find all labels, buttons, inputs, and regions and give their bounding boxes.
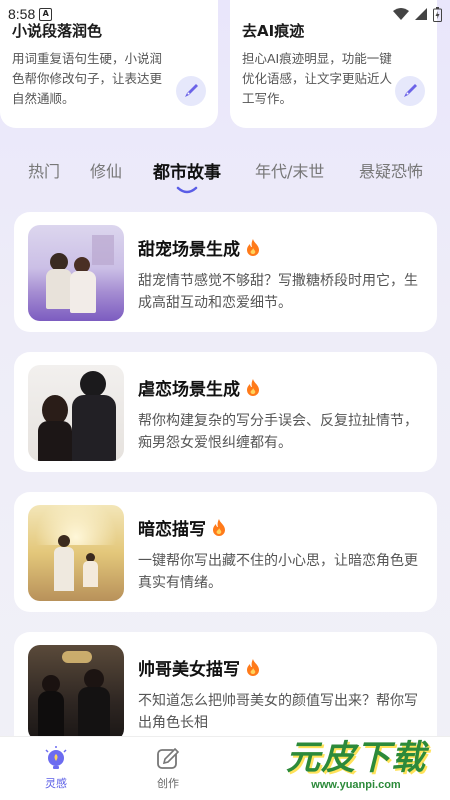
watermark-logo: 元皮下载 <box>286 737 426 778</box>
sweet-romance-title: 甜宠场景生成 <box>138 240 240 260</box>
notification-icon: A <box>39 7 53 21</box>
nav-inspiration[interactable]: 灵感 <box>0 737 112 800</box>
battery-icon <box>433 6 442 22</box>
fire-icon <box>213 519 225 536</box>
secret-crush-desc: 一键帮你写出藏不住的小心思，让暗恋角色更真实有情绪。 <box>138 553 418 591</box>
secret-crush-image <box>28 505 124 601</box>
nav-create[interactable]: 创作 <box>112 737 224 800</box>
sweet-romance-image <box>28 225 124 321</box>
tab-urban-label: 都市故事 <box>153 163 221 183</box>
handsome-beauty-title: 帅哥美女描写 <box>138 660 240 680</box>
angst-romance-image <box>28 365 124 461</box>
handsome-beauty-image <box>28 645 124 741</box>
nav-create-label: 创作 <box>157 777 179 790</box>
pen-icon <box>157 747 180 769</box>
angst-romance-title-row: 虐恋场景生成 <box>138 375 423 400</box>
remove-ai-card-desc: 担心AI痕迹明显，功能一键优化语感，让文字更贴近人工写作。 <box>242 51 393 106</box>
sweet-romance-title-row: 甜宠场景生成 <box>138 235 423 260</box>
polish-card-desc: 用词重复语句生硬，小说润色帮你修改句子，让表达更自然通顺。 <box>12 51 163 106</box>
card-secret-crush[interactable]: 暗恋描写 一键帮你写出藏不住的小心思，让暗恋角色更真实有情绪。 <box>14 492 437 612</box>
fire-icon <box>247 239 259 256</box>
angst-romance-title: 虐恋场景生成 <box>138 380 240 400</box>
pen-nib-icon <box>185 84 198 97</box>
nav-inspiration-label: 灵感 <box>45 777 67 790</box>
status-time: 8:58 <box>8 6 36 22</box>
watermark: 元皮下载 www.yuanpi.com <box>262 720 450 800</box>
pen-nib-icon <box>404 84 417 97</box>
lightbulb-icon <box>45 746 67 769</box>
tab-active-indicator <box>176 186 198 194</box>
card-angst-romance[interactable]: 虐恋场景生成 帮你构建复杂的写分手误会、反复拉扯情节，痴男怨女爱恨纠缠都有。 <box>14 352 437 472</box>
tab-suspense[interactable]: 悬疑恐怖 <box>359 158 423 182</box>
fire-icon <box>247 659 259 676</box>
category-tabs: 热门 修仙 都市故事 年代/末世 悬疑恐怖 <box>0 152 450 194</box>
tab-hot[interactable]: 热门 <box>28 158 60 182</box>
watermark-url: www.yuanpi.com <box>311 778 401 791</box>
tab-urban[interactable]: 都市故事 <box>153 158 221 194</box>
secret-crush-title: 暗恋描写 <box>138 520 206 540</box>
wifi-icon <box>393 8 409 20</box>
card-sweet-romance[interactable]: 甜宠场景生成 甜宠情节感觉不够甜？写撒糖桥段时用它，生成高甜互动和恋爱细节。 <box>14 212 437 332</box>
angst-romance-desc: 帮你构建复杂的写分手误会、反复拉扯情节，痴男怨女爱恨纠缠都有。 <box>138 413 418 451</box>
handsome-beauty-title-row: 帅哥美女描写 <box>138 655 423 680</box>
status-bar: 8:58 A <box>0 0 450 28</box>
secret-crush-title-row: 暗恋描写 <box>138 515 423 540</box>
tab-era[interactable]: 年代/末世 <box>255 158 324 182</box>
signal-icon <box>415 8 427 20</box>
sweet-romance-desc: 甜宠情节感觉不够甜？写撒糖桥段时用它，生成高甜互动和恋爱细节。 <box>138 273 418 311</box>
remove-ai-go-button[interactable] <box>395 76 425 106</box>
polish-go-button[interactable] <box>176 76 206 106</box>
tab-cultivation[interactable]: 修仙 <box>90 158 122 182</box>
fire-icon <box>247 379 259 396</box>
